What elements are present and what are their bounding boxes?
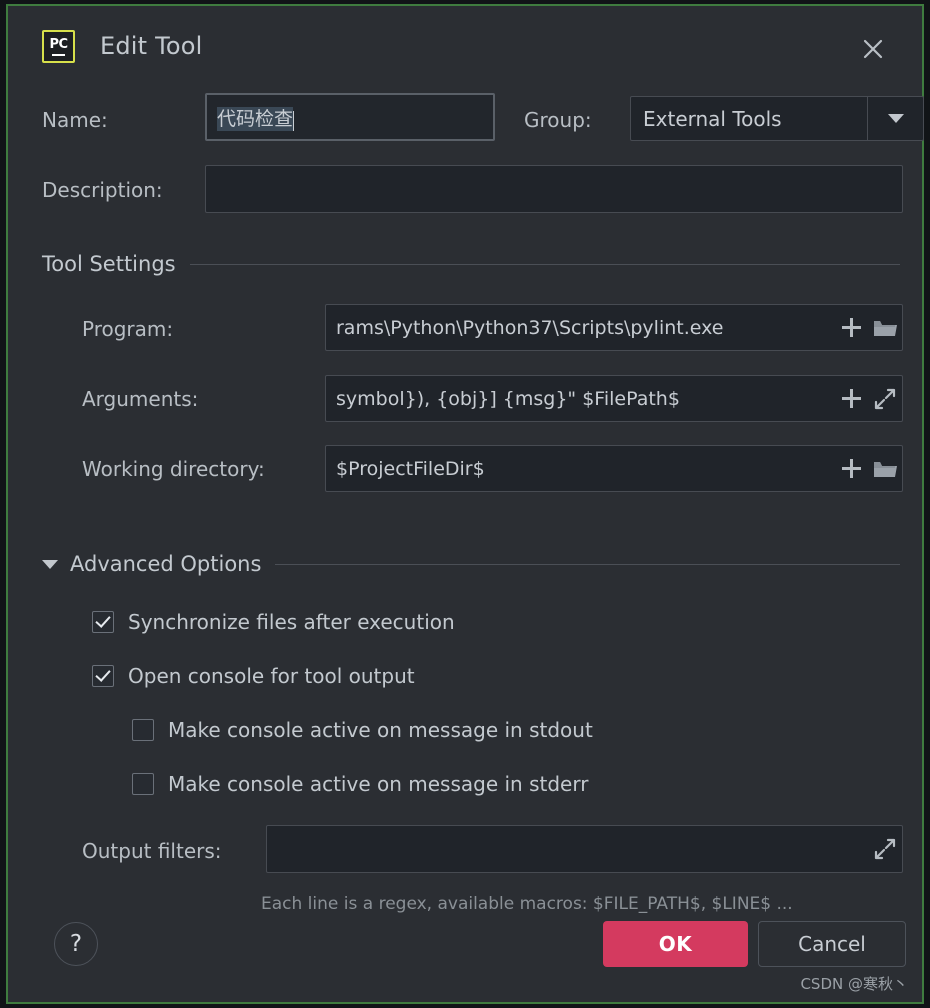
dialog-content: PC Edit Tool Name: 代码检查 Group: External … (18, 12, 924, 996)
folder-icon[interactable] (868, 317, 902, 338)
checkbox-box[interactable] (132, 719, 154, 741)
advanced-options-section-header[interactable]: Advanced Options (42, 552, 900, 576)
working-directory-input-row[interactable]: $ProjectFileDir$ (325, 445, 903, 492)
cancel-button[interactable]: Cancel (758, 921, 906, 967)
plus-icon[interactable] (834, 389, 868, 408)
checkbox-console-active-stderr[interactable]: Make console active on message in stderr (132, 772, 588, 796)
group-dropdown[interactable]: External Tools (630, 96, 924, 141)
ok-button[interactable]: OK (603, 921, 748, 967)
dialog-titlebar: PC Edit Tool (18, 12, 918, 78)
triangle-down-icon[interactable] (42, 559, 58, 569)
checkbox-box[interactable] (92, 665, 114, 687)
expand-diagonal-icon[interactable] (868, 837, 902, 861)
output-filters-input-row[interactable] (266, 825, 903, 873)
plus-icon[interactable] (834, 459, 868, 478)
checkbox-console-active-stdout[interactable]: Make console active on message in stdout (132, 718, 593, 742)
advanced-options-title: Advanced Options (70, 552, 262, 576)
pycharm-icon-text: PC (49, 36, 68, 52)
checkbox-open-console[interactable]: Open console for tool output (92, 664, 415, 688)
checkbox-label: Open console for tool output (128, 664, 415, 688)
help-button[interactable]: ? (54, 922, 98, 966)
checkbox-label: Make console active on message in stderr (168, 772, 589, 796)
screenshot-root: PC Edit Tool Name: 代码检查 Group: External … (0, 0, 930, 1008)
description-label: Description: (42, 178, 163, 202)
arguments-label: Arguments: (82, 387, 199, 411)
name-input[interactable]: 代码检查 (205, 93, 495, 141)
section-divider (189, 263, 900, 265)
dialog-title: Edit Tool (100, 32, 203, 60)
edit-tool-dialog: PC Edit Tool Name: 代码检查 Group: External … (6, 4, 924, 1004)
arguments-input-row[interactable]: symbol}), {obj}] {msg}" $FilePath$ (325, 375, 903, 422)
working-directory-input-value: $ProjectFileDir$ (336, 457, 485, 480)
chevron-down-icon[interactable] (867, 97, 923, 140)
pycharm-icon-underline (52, 53, 65, 56)
program-label: Program: (82, 317, 174, 341)
group-label: Group: (524, 108, 592, 132)
output-filters-label: Output filters: (82, 839, 222, 863)
group-dropdown-value: External Tools (643, 106, 782, 131)
section-divider (275, 563, 900, 565)
plus-icon[interactable] (834, 318, 868, 337)
watermark: CSDN @寒秋丶 (800, 975, 908, 993)
arguments-input-value: symbol}), {obj}] {msg}" $FilePath$ (336, 387, 680, 410)
program-input-row[interactable]: rams\Python\Python37\Scripts\pylint.exe (325, 304, 903, 351)
checkbox-box[interactable] (92, 611, 114, 633)
working-directory-label: Working directory: (82, 457, 265, 481)
name-input-value: 代码检查 (207, 104, 493, 131)
checkbox-label: Synchronize files after execution (128, 610, 455, 634)
tool-settings-section-header: Tool Settings (42, 252, 900, 276)
pycharm-icon: PC (42, 30, 75, 63)
checkbox-synchronize-files[interactable]: Synchronize files after execution (92, 610, 455, 634)
folder-icon[interactable] (868, 458, 902, 479)
description-input[interactable] (205, 165, 903, 213)
program-input-value: rams\Python\Python37\Scripts\pylint.exe (336, 316, 724, 339)
expand-diagonal-icon[interactable] (868, 387, 902, 411)
name-label: Name: (42, 108, 108, 132)
text-caret (293, 111, 295, 131)
close-icon[interactable] (858, 34, 888, 64)
output-filters-hint: Each line is a regex, available macros: … (261, 894, 793, 914)
tool-settings-title: Tool Settings (42, 252, 176, 276)
checkbox-box[interactable] (132, 773, 154, 795)
checkbox-label: Make console active on message in stdout (168, 718, 593, 742)
